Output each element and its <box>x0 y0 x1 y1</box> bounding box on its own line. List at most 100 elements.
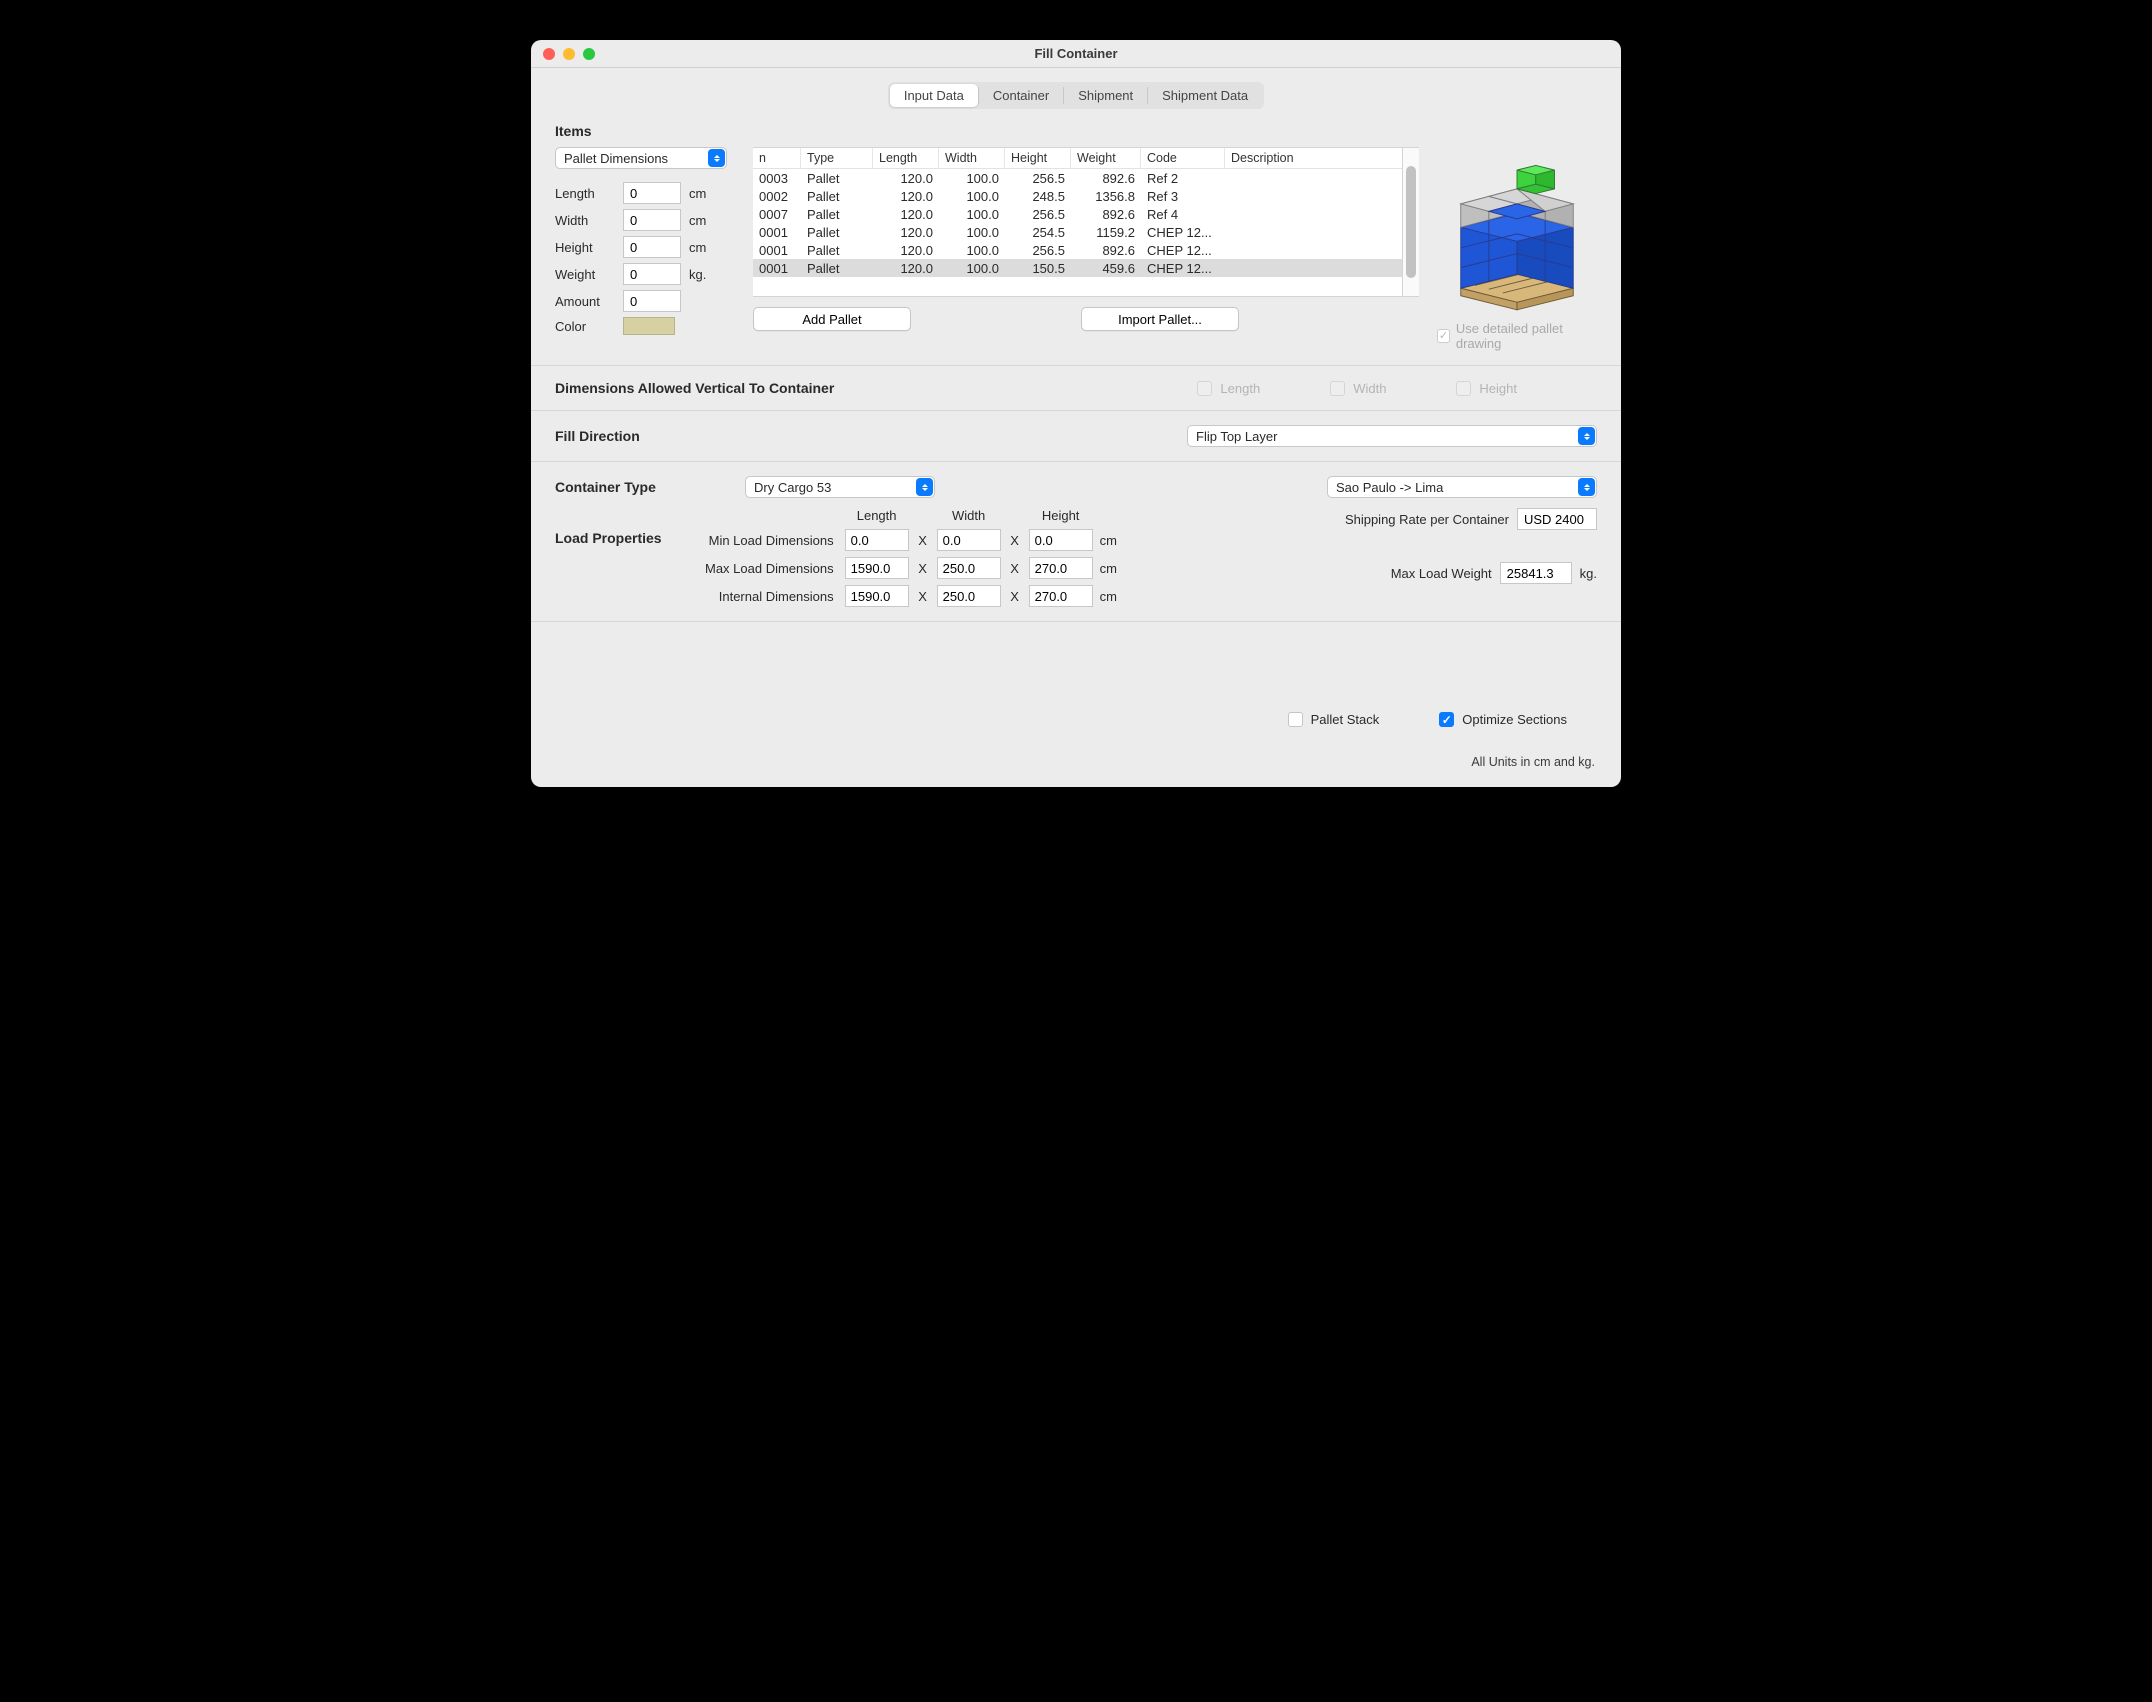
min-unit: cm <box>1100 533 1130 548</box>
checkbox-icon <box>1437 329 1450 343</box>
max-length-input[interactable] <box>845 557 909 579</box>
traffic-lights <box>531 48 595 60</box>
min-length-input[interactable] <box>845 529 909 551</box>
width-unit: cm <box>689 213 715 228</box>
col-width-label: Width <box>937 508 1001 523</box>
vertical-length-checkbox[interactable]: Length <box>1197 381 1260 396</box>
items-heading: Items <box>555 123 1597 139</box>
min-width-input[interactable] <box>937 529 1001 551</box>
col-weight[interactable]: Weight <box>1071 148 1141 168</box>
amount-label: Amount <box>555 294 615 309</box>
col-description[interactable]: Description <box>1225 148 1402 168</box>
vertical-width-checkbox[interactable]: Width <box>1330 381 1386 396</box>
select-arrow-icon <box>916 478 933 496</box>
table-row[interactable]: 0003Pallet120.0100.0256.5892.6Ref 2 <box>753 169 1402 187</box>
max-unit: cm <box>1100 561 1130 576</box>
weight-unit: kg. <box>689 267 715 282</box>
container-type-heading: Container Type <box>555 479 705 495</box>
col-code[interactable]: Code <box>1141 148 1225 168</box>
max-weight-input[interactable] <box>1500 562 1572 584</box>
optimize-sections-label: Optimize Sections <box>1462 712 1567 727</box>
length-unit: cm <box>689 186 715 201</box>
container-type-value: Dry Cargo 53 <box>754 480 831 495</box>
add-pallet-button[interactable]: Add Pallet <box>753 307 911 331</box>
min-load-label: Min Load Dimensions <box>705 533 838 548</box>
fill-direction-select[interactable]: Flip Top Layer <box>1187 425 1597 447</box>
optimize-sections-checkbox[interactable]: Optimize Sections <box>1439 712 1567 727</box>
use-detailed-drawing-label: Use detailed pallet drawing <box>1456 321 1597 351</box>
tab-shipment[interactable]: Shipment <box>1064 84 1147 107</box>
items-table[interactable]: n Type Length Width Height Weight Code D… <box>753 147 1419 297</box>
app-window: Fill Container Input Data Container Ship… <box>531 40 1621 787</box>
dims-vertical-heading: Dimensions Allowed Vertical To Container <box>555 380 834 396</box>
window-title: Fill Container <box>531 46 1621 61</box>
tab-shipment-data[interactable]: Shipment Data <box>1148 84 1262 107</box>
table-row[interactable]: 0001Pallet120.0100.0256.5892.6CHEP 12... <box>753 241 1402 259</box>
amount-input[interactable] <box>623 290 681 312</box>
weight-label: Weight <box>555 267 615 282</box>
dims-vertical-options: Length Width Height <box>1197 381 1517 396</box>
color-swatch[interactable] <box>623 317 675 335</box>
height-input[interactable] <box>623 236 681 258</box>
pallet-stack-label: Pallet Stack <box>1311 712 1380 727</box>
internal-unit: cm <box>1100 589 1130 604</box>
scrollbar-thumb[interactable] <box>1406 166 1416 278</box>
height-label: Height <box>555 240 615 255</box>
tab-input-data[interactable]: Input Data <box>890 84 978 107</box>
container-type-select[interactable]: Dry Cargo 53 <box>745 476 935 498</box>
checkbox-checked-icon <box>1439 712 1454 727</box>
pallet-dimensions-select-label: Pallet Dimensions <box>564 151 668 166</box>
use-detailed-drawing-checkbox[interactable]: Use detailed pallet drawing <box>1437 321 1597 351</box>
shipping-rate-input[interactable] <box>1517 508 1597 530</box>
table-row[interactable]: 0002Pallet120.0100.0248.51356.8Ref 3 <box>753 187 1402 205</box>
select-arrow-icon <box>708 149 725 167</box>
pallet-stack-checkbox[interactable]: Pallet Stack <box>1288 712 1380 727</box>
fill-direction-value: Flip Top Layer <box>1196 429 1277 444</box>
titlebar: Fill Container <box>531 40 1621 68</box>
import-pallet-button[interactable]: Import Pallet... <box>1081 307 1239 331</box>
internal-length-input[interactable] <box>845 585 909 607</box>
col-width[interactable]: Width <box>939 148 1005 168</box>
route-select[interactable]: Sao Paulo -> Lima <box>1327 476 1597 498</box>
color-label: Color <box>555 319 615 334</box>
internal-dims-label: Internal Dimensions <box>705 589 838 604</box>
internal-height-input[interactable] <box>1029 585 1093 607</box>
load-properties-heading: Load Properties <box>555 508 705 607</box>
table-scrollbar[interactable] <box>1403 148 1419 296</box>
checkbox-icon <box>1456 381 1471 396</box>
col-length[interactable]: Length <box>873 148 939 168</box>
tabs: Input Data Container Shipment Shipment D… <box>555 82 1597 109</box>
checkbox-icon <box>1288 712 1303 727</box>
items-table-block: n Type Length Width Height Weight Code D… <box>753 147 1419 331</box>
weight-input[interactable] <box>623 263 681 285</box>
route-value: Sao Paulo -> Lima <box>1336 480 1443 495</box>
internal-width-input[interactable] <box>937 585 1001 607</box>
table-row[interactable]: 0001Pallet120.0100.0254.51159.2CHEP 12..… <box>753 223 1402 241</box>
col-n[interactable]: n <box>753 148 801 168</box>
units-note: All Units in cm and kg. <box>555 755 1595 769</box>
zoom-window-button[interactable] <box>583 48 595 60</box>
vertical-height-checkbox[interactable]: Height <box>1456 381 1517 396</box>
col-height-label: Height <box>1029 508 1093 523</box>
height-unit: cm <box>689 240 715 255</box>
table-header: n Type Length Width Height Weight Code D… <box>753 148 1402 169</box>
table-row[interactable]: 0001Pallet120.0100.0150.5459.6CHEP 12... <box>753 259 1402 277</box>
pallet-preview: Use detailed pallet drawing <box>1437 147 1597 351</box>
pallet-dimensions-select[interactable]: Pallet Dimensions <box>555 147 727 169</box>
col-type[interactable]: Type <box>801 148 873 168</box>
close-window-button[interactable] <box>543 48 555 60</box>
min-height-input[interactable] <box>1029 529 1093 551</box>
length-label: Length <box>555 186 615 201</box>
max-weight-unit: kg. <box>1580 566 1597 581</box>
max-width-input[interactable] <box>937 557 1001 579</box>
load-dimensions-grid: Length Width Height Min Load Dimensions … <box>705 508 1130 607</box>
max-height-input[interactable] <box>1029 557 1093 579</box>
table-row[interactable]: 0007Pallet120.0100.0256.5892.6Ref 4 <box>753 205 1402 223</box>
width-input[interactable] <box>623 209 681 231</box>
col-height[interactable]: Height <box>1005 148 1071 168</box>
checkbox-icon <box>1197 381 1212 396</box>
minimize-window-button[interactable] <box>563 48 575 60</box>
length-input[interactable] <box>623 182 681 204</box>
content: Input Data Container Shipment Shipment D… <box>531 68 1621 787</box>
tab-container[interactable]: Container <box>979 84 1063 107</box>
